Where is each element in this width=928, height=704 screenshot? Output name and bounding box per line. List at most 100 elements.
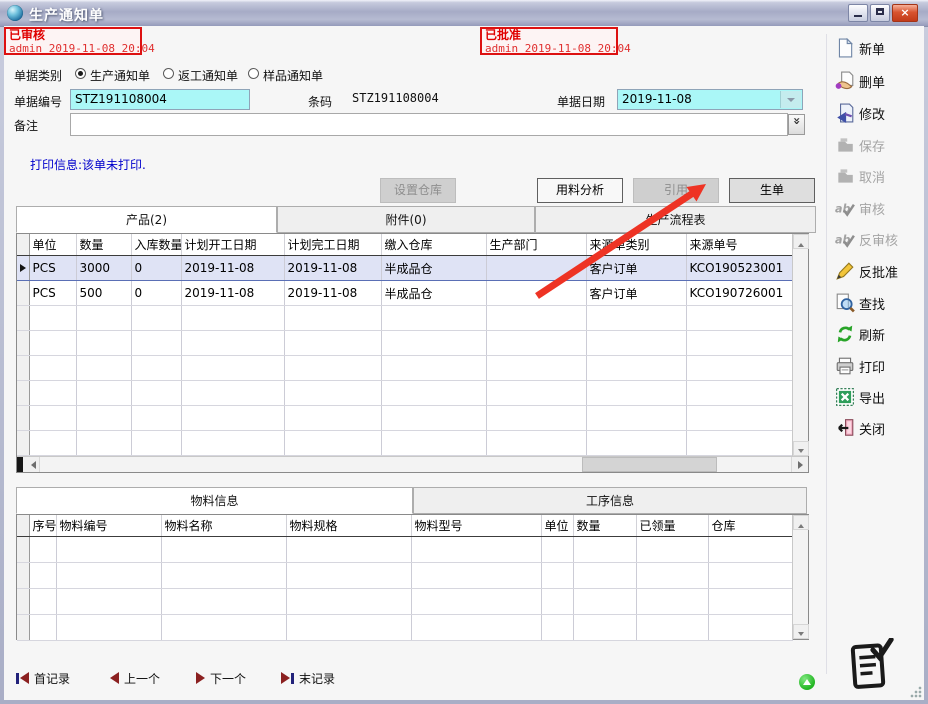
col-header[interactable]: 计划完工日期 bbox=[284, 234, 381, 256]
previous-record-button[interactable]: 上一个 bbox=[110, 667, 160, 689]
col-header[interactable]: 数量 bbox=[76, 234, 131, 256]
radio-sample-notice-label[interactable]: 样品通知单 bbox=[263, 67, 323, 84]
approved-stamp-title: 已批准 bbox=[485, 29, 613, 42]
sidebar-item-new[interactable]: 新单 bbox=[835, 37, 885, 59]
cell[interactable] bbox=[486, 281, 586, 306]
cell[interactable]: 3000 bbox=[76, 256, 131, 281]
product-vertical-scrollbar[interactable] bbox=[792, 234, 808, 456]
material-analysis-button[interactable]: 用料分析 bbox=[537, 178, 623, 203]
cell[interactable]: KCO190726001 bbox=[686, 281, 792, 306]
cell[interactable]: 0 bbox=[131, 256, 181, 281]
cell[interactable]: 0 bbox=[131, 281, 181, 306]
remark-input[interactable] bbox=[70, 113, 788, 136]
sidebar-item-modify[interactable]: 修改 bbox=[835, 102, 885, 124]
minimize-button[interactable] bbox=[848, 4, 868, 22]
scroll-right-icon[interactable] bbox=[791, 457, 808, 472]
scroll-up-icon[interactable] bbox=[793, 234, 809, 249]
empty-row bbox=[17, 615, 792, 641]
sidebar-item-audit[interactable]: ab 审核 bbox=[835, 197, 885, 219]
first-record-button[interactable]: 首记录 bbox=[16, 667, 70, 689]
close-button[interactable]: × bbox=[892, 4, 918, 22]
doc-no-input[interactable]: STZ191108004 bbox=[70, 89, 250, 110]
col-header[interactable]: 仓库 bbox=[708, 515, 792, 537]
radio-production-notice-label[interactable]: 生产通知单 bbox=[90, 67, 150, 84]
col-header[interactable]: 来源单类别 bbox=[586, 234, 686, 256]
sidebar-item-close[interactable]: 关闭 bbox=[835, 417, 885, 439]
col-header[interactable]: 物料型号 bbox=[411, 515, 541, 537]
col-header[interactable]: 入库数量 bbox=[131, 234, 181, 256]
sidebar-item-refresh[interactable]: 刷新 bbox=[835, 323, 885, 345]
col-header[interactable]: 物料编号 bbox=[56, 515, 161, 537]
scroll-up-icon[interactable] bbox=[793, 515, 809, 530]
col-header[interactable]: 缴入仓库 bbox=[381, 234, 486, 256]
cell[interactable]: 2019-11-08 bbox=[181, 281, 284, 306]
cell[interactable]: KCO190523001 bbox=[686, 256, 792, 281]
product-horizontal-scrollbar[interactable] bbox=[17, 456, 808, 472]
scrollbar-thumb[interactable] bbox=[582, 457, 717, 472]
maximize-button[interactable] bbox=[870, 4, 890, 22]
audit-check-icon: ab bbox=[835, 198, 855, 218]
radio-production-notice[interactable] bbox=[75, 68, 86, 79]
material-table: 序号 物料编号 物料名称 物料规格 物料型号 单位 数量 已领量 仓库 bbox=[16, 514, 809, 640]
cell[interactable]: 2019-11-08 bbox=[284, 281, 381, 306]
window-title: 生产通知单 bbox=[29, 5, 104, 25]
table-row[interactable]: PCS 3000 0 2019-11-08 2019-11-08 半成品仓 客户… bbox=[17, 256, 792, 281]
cell[interactable]: 半成品仓 bbox=[381, 281, 486, 306]
sidebar-item-save[interactable]: 保存 bbox=[835, 134, 885, 156]
next-record-button[interactable]: 下一个 bbox=[196, 667, 246, 689]
sidebar-item-export[interactable]: 导出 bbox=[835, 386, 885, 408]
cell[interactable]: 500 bbox=[76, 281, 131, 306]
previous-record-icon bbox=[110, 672, 119, 684]
cell[interactable]: 客户订单 bbox=[586, 256, 686, 281]
product-grid: 单位 数量 入库数量 计划开工日期 计划完工日期 缴入仓库 生产部门 来源单类别… bbox=[17, 234, 793, 456]
cell[interactable]: 客户订单 bbox=[586, 281, 686, 306]
sidebar-item-cancel[interactable]: 取消 bbox=[835, 165, 885, 187]
production-notice-window: 生产通知单 × 已审核 admin 2019-11-08 20:04 已批准 a… bbox=[0, 0, 928, 704]
tab-production-flow[interactable]: 生产流程表 bbox=[535, 206, 816, 233]
col-header[interactable]: 序号 bbox=[29, 515, 56, 537]
sidebar-item-delete[interactable]: 删单 bbox=[835, 70, 885, 92]
sidebar-item-unapprove[interactable]: 反批准 bbox=[835, 260, 898, 282]
material-vertical-scrollbar[interactable] bbox=[792, 515, 808, 639]
radio-sample-notice[interactable] bbox=[248, 68, 259, 79]
col-header[interactable]: 单位 bbox=[29, 234, 76, 256]
cell[interactable]: 2019-11-08 bbox=[284, 256, 381, 281]
col-header[interactable]: 已领量 bbox=[636, 515, 708, 537]
resize-grip[interactable] bbox=[909, 685, 922, 698]
row-arrow-icon bbox=[20, 264, 26, 272]
save-icon bbox=[835, 135, 855, 155]
col-header[interactable]: 生产部门 bbox=[486, 234, 586, 256]
empty-row bbox=[17, 563, 792, 589]
sidebar-item-unaudit[interactable]: ab 反审核 bbox=[835, 228, 898, 250]
scroll-left-icon[interactable] bbox=[23, 457, 40, 472]
col-header[interactable]: 物料规格 bbox=[286, 515, 411, 537]
col-header[interactable]: 单位 bbox=[541, 515, 573, 537]
date-select[interactable]: 2019-11-08 bbox=[617, 89, 803, 110]
radio-rework-notice-label[interactable]: 返工通知单 bbox=[178, 67, 238, 84]
cell[interactable]: 2019-11-08 bbox=[181, 256, 284, 281]
cell[interactable]: PCS bbox=[29, 281, 76, 306]
last-record-button[interactable]: 末记录 bbox=[281, 667, 335, 689]
tab-products[interactable]: 产品(2) bbox=[16, 206, 277, 233]
cell[interactable]: PCS bbox=[29, 256, 76, 281]
scroll-down-icon[interactable] bbox=[793, 441, 809, 456]
cell[interactable]: 半成品仓 bbox=[381, 256, 486, 281]
tab-attachments[interactable]: 附件(0) bbox=[277, 206, 535, 233]
tab-process-info[interactable]: 工序信息 bbox=[413, 487, 807, 514]
cell[interactable] bbox=[486, 256, 586, 281]
col-header[interactable]: 计划开工日期 bbox=[181, 234, 284, 256]
col-header[interactable]: 物料名称 bbox=[161, 515, 286, 537]
reference-button[interactable]: 引用 bbox=[633, 178, 719, 203]
table-row[interactable]: PCS 500 0 2019-11-08 2019-11-08 半成品仓 客户订… bbox=[17, 281, 792, 306]
tab-material-info[interactable]: 物料信息 bbox=[16, 487, 413, 514]
remark-expand-button[interactable]: » bbox=[788, 114, 805, 135]
create-order-button[interactable]: 生单 bbox=[729, 178, 815, 203]
col-header[interactable]: 来源单号 bbox=[686, 234, 792, 256]
scroll-down-icon[interactable] bbox=[793, 624, 809, 639]
sidebar-item-print[interactable]: 打印 bbox=[835, 355, 885, 377]
chevron-down-icon[interactable] bbox=[780, 91, 801, 108]
radio-rework-notice[interactable] bbox=[163, 68, 174, 79]
col-header[interactable]: 数量 bbox=[573, 515, 636, 537]
sidebar-item-find[interactable]: 查找 bbox=[835, 292, 885, 314]
set-warehouse-button[interactable]: 设置仓库 bbox=[380, 178, 456, 203]
